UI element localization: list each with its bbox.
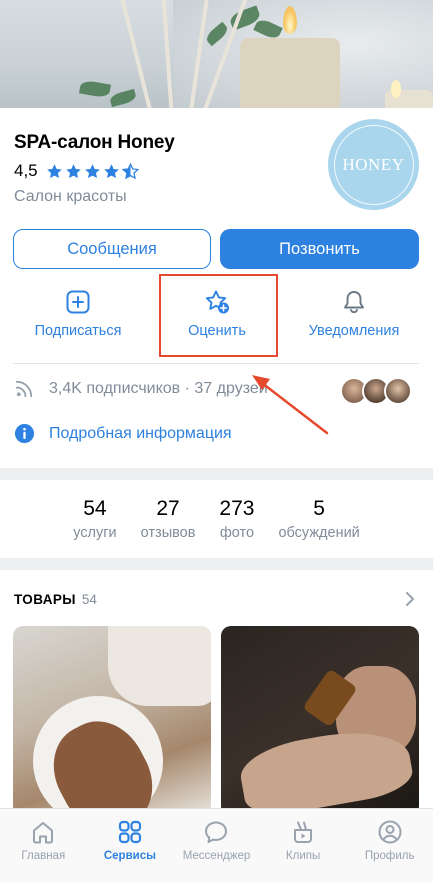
tab-messenger[interactable]: Мессенджер <box>173 809 260 883</box>
call-button[interactable]: Позвонить <box>220 229 419 269</box>
rating-stars <box>46 162 139 180</box>
star-icon <box>46 163 62 178</box>
counter-reviews[interactable]: 27 отзывов <box>129 480 208 558</box>
tab-services[interactable]: Сервисы <box>87 809 174 883</box>
notifications-action[interactable]: Уведомления <box>292 288 416 339</box>
counter-label: услуги <box>73 525 117 541</box>
counter-value: 273 <box>219 497 255 520</box>
counters-row: 54 услуги 27 отзывов 273 фото 5 обсужден… <box>0 480 433 558</box>
counter-label: фото <box>219 525 255 541</box>
rss-icon <box>15 380 33 398</box>
logo-text: HONEY <box>333 124 414 205</box>
goods-header[interactable]: ТОВАРЫ 54 <box>14 592 97 607</box>
tab-label: Мессенджер <box>182 850 251 862</box>
more-info-link[interactable]: Подробная информация <box>14 423 232 444</box>
tab-bar: Главная Сервисы Мессенджер Клипы Профиль <box>0 808 433 883</box>
rating-row[interactable]: 4,5 <box>14 161 139 181</box>
bell-icon <box>344 291 364 314</box>
subscribe-label: Подписаться <box>34 323 122 339</box>
counter-label: отзывов <box>140 525 196 541</box>
goods-title: ТОВАРЫ <box>14 592 76 607</box>
tab-profile[interactable]: Профиль <box>346 809 433 883</box>
counter-value: 5 <box>313 497 325 520</box>
messages-button[interactable]: Сообщения <box>13 229 211 269</box>
friends-avatars[interactable] <box>340 377 412 405</box>
product-card[interactable] <box>13 626 211 816</box>
counter-services[interactable]: 54 услуги <box>61 480 128 558</box>
star-icon <box>103 163 119 178</box>
info-icon <box>14 423 35 444</box>
rating-value: 4,5 <box>14 161 38 180</box>
tab-clips[interactable]: Клипы <box>260 809 347 883</box>
tab-label: Сервисы <box>103 850 156 862</box>
chevron-right-icon[interactable] <box>403 590 417 608</box>
tab-label: Клипы <box>285 850 321 862</box>
highlight-box <box>159 274 278 357</box>
section-separator <box>0 468 433 480</box>
avatar[interactable]: HONEY <box>328 119 419 210</box>
product-card[interactable] <box>221 626 419 816</box>
tab-home[interactable]: Главная <box>0 809 87 883</box>
subscribers-text: 3,4K подписчиков · 37 друзей <box>49 379 268 397</box>
counter-photos[interactable]: 273 фото <box>207 480 266 558</box>
goods-count: 54 <box>81 592 97 607</box>
subscribe-action[interactable]: Подписаться <box>16 288 140 339</box>
subscribers-row[interactable]: 3,4K подписчиков · 37 друзей <box>14 378 268 399</box>
half-star-icon <box>121 162 139 179</box>
plus-square-icon <box>66 290 90 314</box>
cover-image <box>0 0 433 108</box>
friend-avatar <box>384 377 412 405</box>
clips-icon <box>294 821 313 843</box>
counter-value: 54 <box>83 497 107 520</box>
home-icon <box>33 822 54 844</box>
counter-discussions[interactable]: 5 обсуждений <box>266 480 371 558</box>
counter-label: обсуждений <box>278 525 360 541</box>
divider <box>13 363 419 364</box>
star-icon <box>84 163 100 178</box>
category-label: Салон красоты <box>14 188 127 205</box>
section-separator <box>0 558 433 570</box>
services-icon <box>118 820 141 844</box>
page-title: SPA-салон Honey <box>14 132 175 153</box>
tab-label: Главная <box>21 850 66 862</box>
star-icon <box>65 163 81 178</box>
notifications-label: Уведомления <box>308 323 400 339</box>
messenger-icon <box>205 821 228 843</box>
counter-value: 27 <box>156 497 180 520</box>
profile-icon <box>378 820 402 844</box>
more-info-text: Подробная информация <box>49 424 232 442</box>
tab-label: Профиль <box>364 850 415 862</box>
